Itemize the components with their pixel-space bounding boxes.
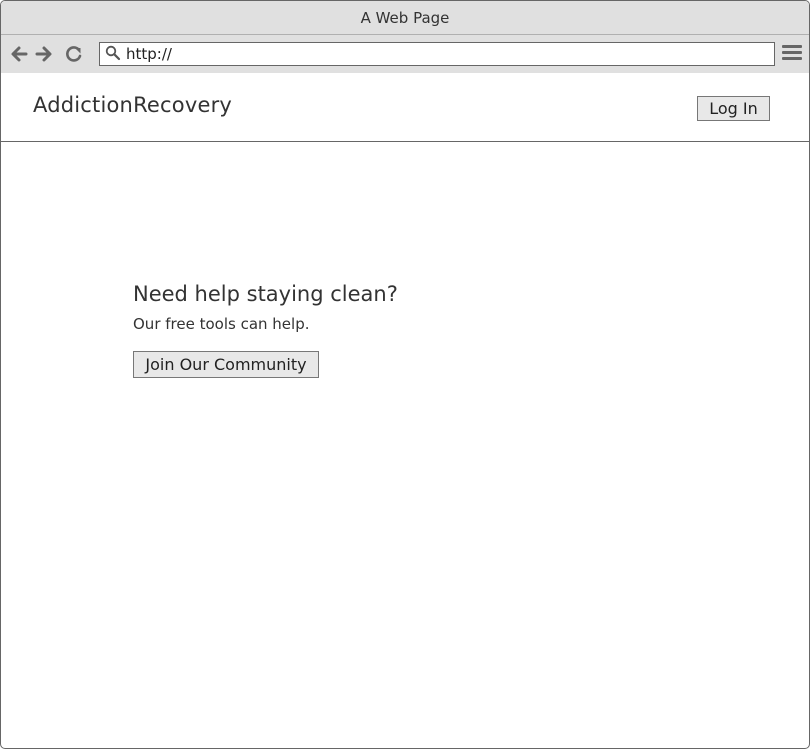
arrow-left-icon [11,46,28,62]
hero-heading: Need help staying clean? [133,282,398,306]
browser-window: A Web Page http:// AddictionRecovery Log… [0,0,810,749]
refresh-icon [66,46,82,62]
hero-subheading: Our free tools can help. [133,315,310,333]
back-button[interactable] [9,44,29,64]
hero-section: Need help staying clean? Our free tools … [133,282,398,378]
browser-toolbar [1,35,809,74]
hamburger-menu-icon[interactable] [782,45,802,63]
login-button[interactable]: Log In [697,96,770,121]
window-titlebar: A Web Page [1,1,809,35]
address-bar[interactable] [99,42,775,66]
forward-button[interactable] [34,44,54,64]
reload-button[interactable] [64,44,84,64]
window-title: A Web Page [360,8,450,27]
site-header: AddictionRecovery Log In [1,73,809,142]
url-input[interactable] [126,45,756,63]
arrow-right-icon [35,46,52,62]
join-community-button[interactable]: Join Our Community [133,351,319,378]
search-icon [105,45,121,61]
site-brand[interactable]: AddictionRecovery [33,93,232,117]
